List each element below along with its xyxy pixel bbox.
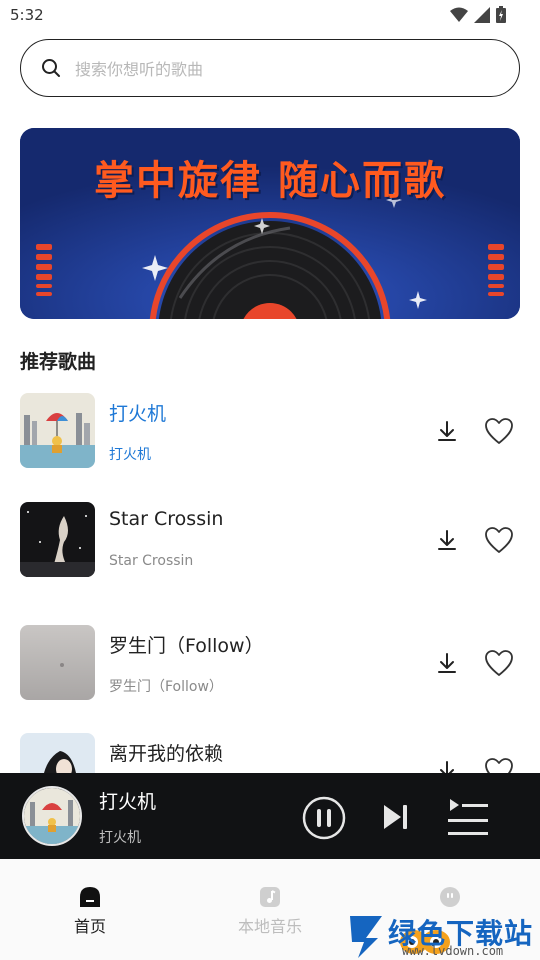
mini-player[interactable]: 打火机 打火机 <box>0 773 540 859</box>
playlist-icon[interactable] <box>446 797 490 837</box>
search-icon <box>42 59 60 77</box>
album-cover <box>20 502 95 577</box>
player-song-title: 打火机 <box>99 791 157 813</box>
download-icon[interactable] <box>435 419 459 443</box>
song-artist: Star Crossin <box>109 553 194 569</box>
watermark-emblem-icon <box>350 916 382 958</box>
banner-title: 掌中旋律 随心而歌 <box>94 158 446 204</box>
battery-icon <box>496 6 506 23</box>
heart-icon[interactable] <box>484 417 514 445</box>
download-icon[interactable] <box>435 528 459 552</box>
download-icon[interactable] <box>435 651 459 675</box>
album-cover <box>20 625 95 700</box>
pause-icon[interactable] <box>302 796 346 840</box>
watermark-logo: 绿色下载站 www.lvdown.com <box>346 910 540 960</box>
profile-icon <box>440 887 460 907</box>
song-title: Star Crossin <box>109 508 224 530</box>
promo-banner[interactable]: 掌中旋律 随心而歌 <box>20 128 520 319</box>
status-bar: 5:32 <box>0 0 540 32</box>
nav-item-profile[interactable] <box>390 885 510 913</box>
song-item[interactable]: 罗生门（Follow） 罗生门（Follow） <box>0 625 540 705</box>
song-artist: 打火机 <box>109 447 151 463</box>
watermark-url: www.lvdown.com <box>402 944 504 958</box>
nav-item-local-music[interactable]: 本地音乐 <box>210 885 330 937</box>
song-title: 打火机 <box>109 403 167 425</box>
nav-label: 本地音乐 <box>237 917 302 936</box>
song-title: 离开我的依赖 <box>109 743 224 765</box>
heart-icon[interactable] <box>484 526 514 554</box>
song-title: 罗生门（Follow） <box>109 635 264 657</box>
section-title-recommended: 推荐歌曲 <box>20 351 97 373</box>
heart-icon[interactable] <box>484 649 514 677</box>
local-music-icon <box>260 887 280 907</box>
player-album-cover[interactable] <box>22 786 82 846</box>
search-placeholder: 搜索你想听的歌曲 <box>75 60 204 79</box>
song-item[interactable]: Star Crossin Star Crossin <box>0 502 540 582</box>
wifi-icon <box>450 7 468 22</box>
nav-item-home[interactable]: 首页 <box>30 885 150 937</box>
status-time: 5:32 <box>10 6 44 24</box>
album-cover <box>20 393 95 468</box>
nav-label: 首页 <box>73 917 106 936</box>
next-track-icon[interactable] <box>380 802 410 832</box>
song-item[interactable]: 打火机 打火机 <box>0 393 540 473</box>
song-artist: 罗生门（Follow） <box>109 679 223 695</box>
cellular-icon <box>474 6 490 23</box>
status-icons <box>450 6 506 23</box>
search-input[interactable]: 搜索你想听的歌曲 <box>20 39 520 97</box>
player-song-artist: 打火机 <box>99 830 141 846</box>
home-icon <box>80 887 100 907</box>
